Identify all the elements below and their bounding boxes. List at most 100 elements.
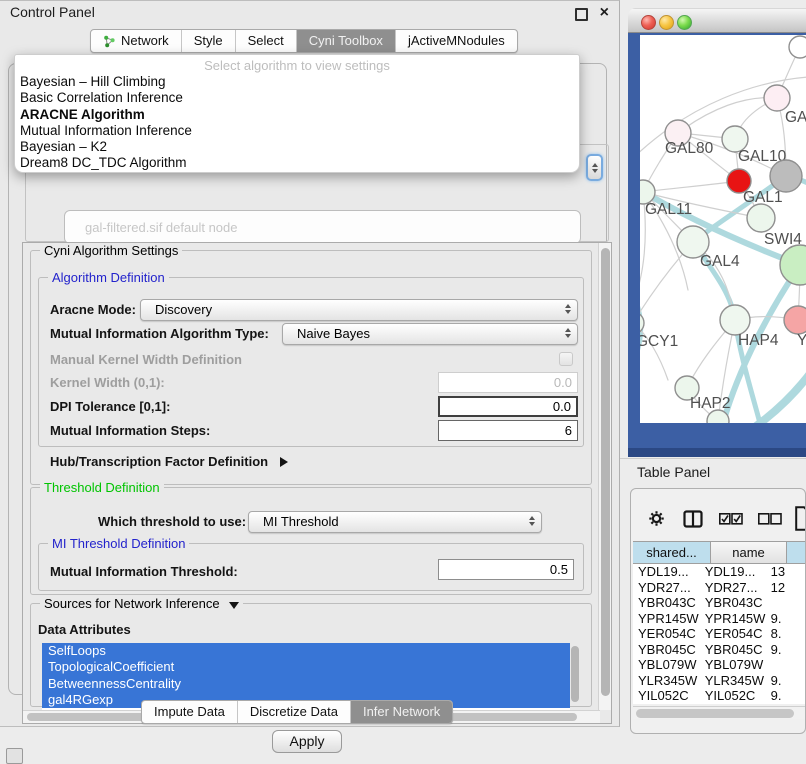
- tab-network[interactable]: Network: [91, 30, 182, 52]
- settings-scrollpane: Cyni Algorithm Settings Algorithm Defini…: [22, 242, 612, 724]
- network-node-swi4[interactable]: [747, 204, 775, 232]
- network-node-hap4[interactable]: [720, 305, 750, 335]
- network-edge[interactable]: [643, 181, 739, 192]
- combo-arrows-icon: [565, 304, 571, 314]
- which-threshold-value: MI Threshold: [263, 514, 339, 529]
- network-node[interactable]: [789, 36, 806, 58]
- table-cell: YBL079W: [633, 657, 701, 673]
- gear-icon[interactable]: [648, 510, 665, 527]
- tab-label: jActiveMNodules: [408, 30, 505, 52]
- tab-jactivemnodules[interactable]: jActiveMNodules: [396, 30, 517, 52]
- network-node-y[interactable]: [784, 306, 806, 334]
- table-cell: 8.: [767, 626, 805, 642]
- algorithm-option[interactable]: ARACNE Algorithm: [15, 107, 579, 123]
- table-toolbar: [631, 489, 805, 541]
- table-cell: YPR145W: [633, 611, 701, 627]
- mi-type-combobox[interactable]: Naive Bayes: [282, 323, 578, 345]
- table-cell: YDL19...: [701, 564, 767, 580]
- minimize-traffic-light[interactable]: [659, 15, 674, 30]
- list-scrollbar-thumb[interactable]: [571, 646, 579, 702]
- mi-steps-field[interactable]: 6: [438, 420, 578, 441]
- tab-label: Infer Network: [363, 701, 440, 723]
- vertical-scrollbar-thumb[interactable]: [601, 248, 610, 696]
- zoom-traffic-light[interactable]: [677, 15, 692, 30]
- aracne-mode-combobox[interactable]: Discovery: [140, 299, 578, 321]
- table-row[interactable]: YPR145WYPR145W9.: [633, 611, 805, 627]
- table-row[interactable]: YBR043CYBR043C: [633, 595, 805, 611]
- node-label: GAL11: [645, 201, 692, 218]
- table-cell: YIL052C: [633, 688, 701, 704]
- data-attribute-item[interactable]: TopologicalCoefficient: [42, 659, 570, 675]
- tab-discretize-data[interactable]: Discretize Data: [238, 701, 351, 723]
- hub-definition-toggle[interactable]: Hub/Transcription Factor Definition: [50, 454, 288, 469]
- network-frame: GAL7GAL80GAL10GAL1GAL11SWI4GAL4GCY1HAP4Y…: [628, 33, 806, 457]
- tab-label: Select: [248, 30, 284, 52]
- algorithm-combobox-arrows[interactable]: [586, 154, 603, 181]
- data-attribute-item[interactable]: BetweennessCentrality: [42, 676, 570, 692]
- table-cell: YIL052C: [701, 688, 767, 704]
- table-row[interactable]: YER054CYER054C8.: [633, 626, 805, 642]
- network-node-gal7[interactable]: [764, 85, 790, 111]
- algorithm-option[interactable]: Basic Correlation Inference: [15, 90, 579, 106]
- algorithm-option[interactable]: Bayesian – K2: [15, 139, 579, 155]
- column-header-col2[interactable]: [787, 542, 806, 563]
- sources-title[interactable]: Sources for Network Inference: [40, 596, 243, 611]
- which-threshold-combobox[interactable]: MI Threshold: [248, 511, 542, 533]
- table-cell: YBR043C: [633, 595, 701, 611]
- table-cell: YDL19...: [633, 564, 701, 580]
- table-scrollbar-thumb[interactable]: [636, 709, 794, 718]
- tab-impute-data[interactable]: Impute Data: [142, 701, 238, 723]
- table-cell: YBR045C: [701, 642, 767, 658]
- tab-cyni-toolbox[interactable]: Cyni Toolbox: [297, 30, 396, 52]
- table-cell: 9.: [767, 642, 805, 658]
- tab-infer-network[interactable]: Infer Network: [351, 701, 452, 723]
- apply-button[interactable]: Apply: [272, 730, 342, 753]
- table-row[interactable]: YDR27...YDR27...12: [633, 580, 805, 596]
- dpi-tolerance-field[interactable]: 0.0: [438, 396, 578, 417]
- algorithm-option[interactable]: Mutual Information Inference: [15, 123, 579, 139]
- table-row[interactable]: YDL19...YDL19...13: [633, 564, 805, 580]
- control-panel-tabs: NetworkStyle Select Cyni Toolbox jActiveMNo…: [90, 29, 518, 53]
- table-cell: 9.: [767, 611, 805, 627]
- algorithm-option[interactable]: Dream8 DC_TDC Algorithm: [15, 155, 579, 171]
- network-tab-icon: [103, 35, 116, 48]
- mi-threshold-field[interactable]: 0.5: [438, 559, 574, 580]
- mi-threshold-label: Mutual Information Threshold:: [50, 564, 238, 579]
- table-row[interactable]: YLR345WYLR345W9.: [633, 673, 805, 689]
- network-source-combobox[interactable]: gal-filtered.sif default node: [64, 210, 581, 244]
- close-traffic-light[interactable]: [641, 15, 656, 30]
- node-label: Y: [797, 332, 806, 349]
- column-header-shared[interactable]: shared...: [633, 542, 711, 563]
- dpi-tolerance-label: DPI Tolerance [0,1]:: [50, 399, 170, 414]
- network-edge[interactable]: [640, 323, 668, 380]
- kernel-width-field[interactable]: 0.0: [438, 372, 578, 393]
- screen: { "colors":{ "accent_blue":"#2323cc","ac…: [0, 0, 806, 762]
- network-node[interactable]: [770, 160, 802, 192]
- network-source-value: gal-filtered.sif default node: [85, 220, 237, 235]
- manual-kernel-checkbox[interactable]: [559, 352, 573, 366]
- table-cell: 9.: [767, 673, 805, 689]
- popup-placeholder: Select algorithm to view settings: [15, 57, 579, 74]
- tab-select[interactable]: Select: [236, 30, 297, 52]
- document-icon[interactable]: [795, 506, 806, 531]
- column-header-name[interactable]: name: [711, 542, 787, 563]
- split-columns-icon[interactable]: [683, 509, 703, 529]
- table-row[interactable]: YBL079WYBL079W: [633, 657, 805, 673]
- deselect-all-checkboxes-icon[interactable]: [758, 513, 782, 525]
- table-cell: [767, 595, 805, 611]
- algorithm-option[interactable]: Bayesian – Hill Climbing: [15, 74, 579, 90]
- close-icon[interactable]: ×: [600, 1, 609, 24]
- float-window-icon[interactable]: [575, 8, 588, 21]
- algorithm-dropdown-popup: Select algorithm to view settings Bayesi…: [14, 54, 580, 173]
- network-node[interactable]: [780, 245, 806, 285]
- table-header-row: shared...name: [633, 541, 806, 564]
- node-label: GAL7: [785, 109, 806, 126]
- data-attribute-item[interactable]: SelfLoops: [42, 643, 570, 659]
- table-row[interactable]: YIL052CYIL052C9.: [633, 688, 805, 704]
- tab-style[interactable]: Style: [182, 30, 236, 52]
- algorithm-definition-title: Algorithm Definition: [48, 270, 169, 285]
- select-all-checkboxes-icon[interactable]: [719, 513, 743, 525]
- table-cell: YDR27...: [701, 580, 767, 596]
- network-canvas[interactable]: GAL7GAL80GAL10GAL1GAL11SWI4GAL4GCY1HAP4Y…: [640, 35, 806, 423]
- table-row[interactable]: YBR045CYBR045C9.: [633, 642, 805, 658]
